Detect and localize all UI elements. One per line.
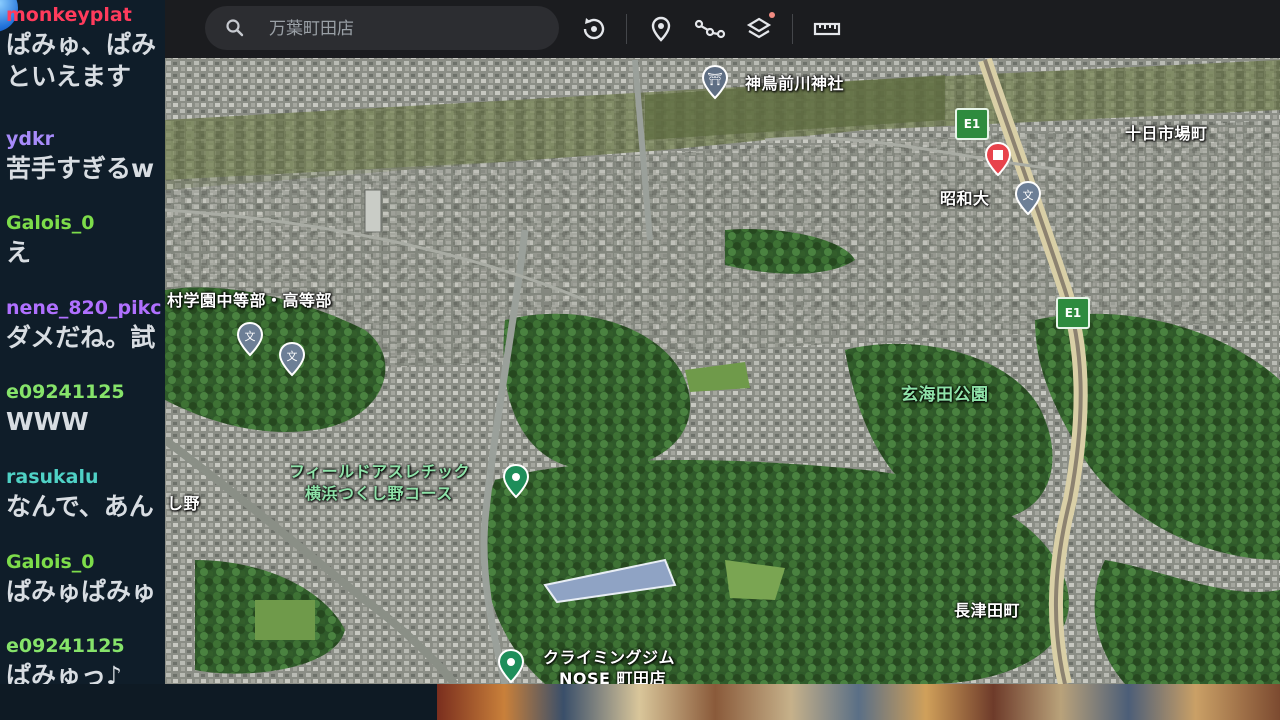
search-box[interactable] bbox=[205, 6, 559, 50]
poi-pin-icon[interactable] bbox=[502, 463, 530, 503]
chat-text: ダメだね。試 bbox=[6, 323, 156, 352]
chat-username: monkeyplat bbox=[6, 4, 132, 26]
map-label-field-athletic-course: 横浜つくし野コース bbox=[305, 484, 453, 503]
route-button[interactable] bbox=[693, 12, 727, 46]
chat-text: え bbox=[6, 238, 32, 267]
layers-icon bbox=[746, 12, 775, 39]
map-label-shrine: 神鳥前川神社 bbox=[745, 74, 845, 93]
chat-username: Galois_0 bbox=[6, 212, 95, 234]
chat-username: ydkr bbox=[6, 128, 54, 150]
map-label-tsukushino: し野 bbox=[167, 494, 201, 513]
chat-text: 苦手すぎるw bbox=[6, 154, 155, 183]
map-label-nagatsuda: 長津田町 bbox=[954, 601, 1021, 620]
chat-username: e09241125 bbox=[6, 381, 125, 403]
chat-text: なんで、あん bbox=[6, 492, 154, 521]
chat-username: nene_820_pikc bbox=[6, 297, 162, 319]
poi-pin-icon[interactable] bbox=[497, 648, 525, 684]
map-label-tokaichiba: 十日市場町 bbox=[1125, 124, 1208, 143]
route-e1-marker: E1 bbox=[955, 108, 989, 140]
school-pin-icon[interactable]: 文 bbox=[236, 321, 264, 361]
search-icon bbox=[225, 18, 245, 42]
chat-message: e09241125 WWW bbox=[6, 381, 165, 441]
rotate-view-icon bbox=[583, 18, 605, 40]
location-pin-icon bbox=[651, 16, 671, 42]
chat-message: nene_820_pikc ダメだね。試 bbox=[6, 297, 165, 357]
hospital-pin-icon[interactable] bbox=[984, 141, 1012, 181]
measure-button[interactable] bbox=[810, 12, 844, 46]
map-label-field-athletic: フィールドアスレチック bbox=[289, 462, 471, 481]
map-view[interactable]: ⛩ 神鳥前川神社 文 昭和大 十日市場町 E1 E1 村学園中等部・高等部 文 … bbox=[165, 0, 1280, 684]
search-input[interactable] bbox=[267, 14, 541, 44]
svg-text:文: 文 bbox=[1023, 188, 1034, 202]
location-button[interactable] bbox=[644, 12, 678, 46]
chat-text: ぱみゅぱみゅ bbox=[6, 577, 157, 606]
chat-message: ydkr 苦手すぎるw bbox=[6, 128, 165, 188]
chat-message: Galois_0 ぱみゅぱみゅ bbox=[6, 551, 165, 611]
school-pin-icon[interactable]: 文 bbox=[1014, 180, 1042, 220]
chat-message: monkeyplat ぱみゅ、ぱみ といえます bbox=[6, 4, 165, 96]
bottom-strip bbox=[0, 684, 1280, 720]
svg-text:文: 文 bbox=[287, 349, 298, 363]
map-label-school: 村学園中等部・高等部 bbox=[167, 291, 333, 310]
ruler-icon bbox=[813, 22, 841, 36]
chat-username: rasukalu bbox=[6, 466, 99, 488]
shrine-pin-icon[interactable]: ⛩ bbox=[701, 64, 729, 104]
map-label-showa: 昭和大 bbox=[940, 189, 990, 208]
rotate-view-button[interactable] bbox=[577, 12, 611, 46]
chat-message: rasukalu なんで、あん bbox=[6, 466, 165, 526]
bottom-artwork bbox=[437, 684, 1280, 720]
route-icon bbox=[694, 19, 726, 39]
chat-username: e09241125 bbox=[6, 635, 125, 657]
chat-username: Galois_0 bbox=[6, 551, 95, 573]
route-e1-marker: E1 bbox=[1056, 297, 1090, 329]
toolbar-divider bbox=[792, 14, 793, 44]
chat-message: Galois_0 え bbox=[6, 212, 165, 272]
svg-text:文: 文 bbox=[245, 329, 256, 343]
map-toolbar bbox=[165, 0, 1280, 58]
toolbar-divider bbox=[626, 14, 627, 44]
chat-panel: monkeyplat ぱみゅ、ぱみ といえます ydkr 苦手すぎるw Galo… bbox=[0, 0, 165, 720]
map-label-genkai-park: 玄海田公園 bbox=[901, 385, 989, 405]
svg-text:⛩: ⛩ bbox=[707, 72, 722, 86]
chat-text: WWW bbox=[6, 407, 89, 436]
school-pin-icon[interactable]: 文 bbox=[278, 341, 306, 381]
map-label-climbing-gym-branch: NOSE 町田店 bbox=[559, 669, 667, 684]
layers-button[interactable] bbox=[742, 12, 776, 46]
